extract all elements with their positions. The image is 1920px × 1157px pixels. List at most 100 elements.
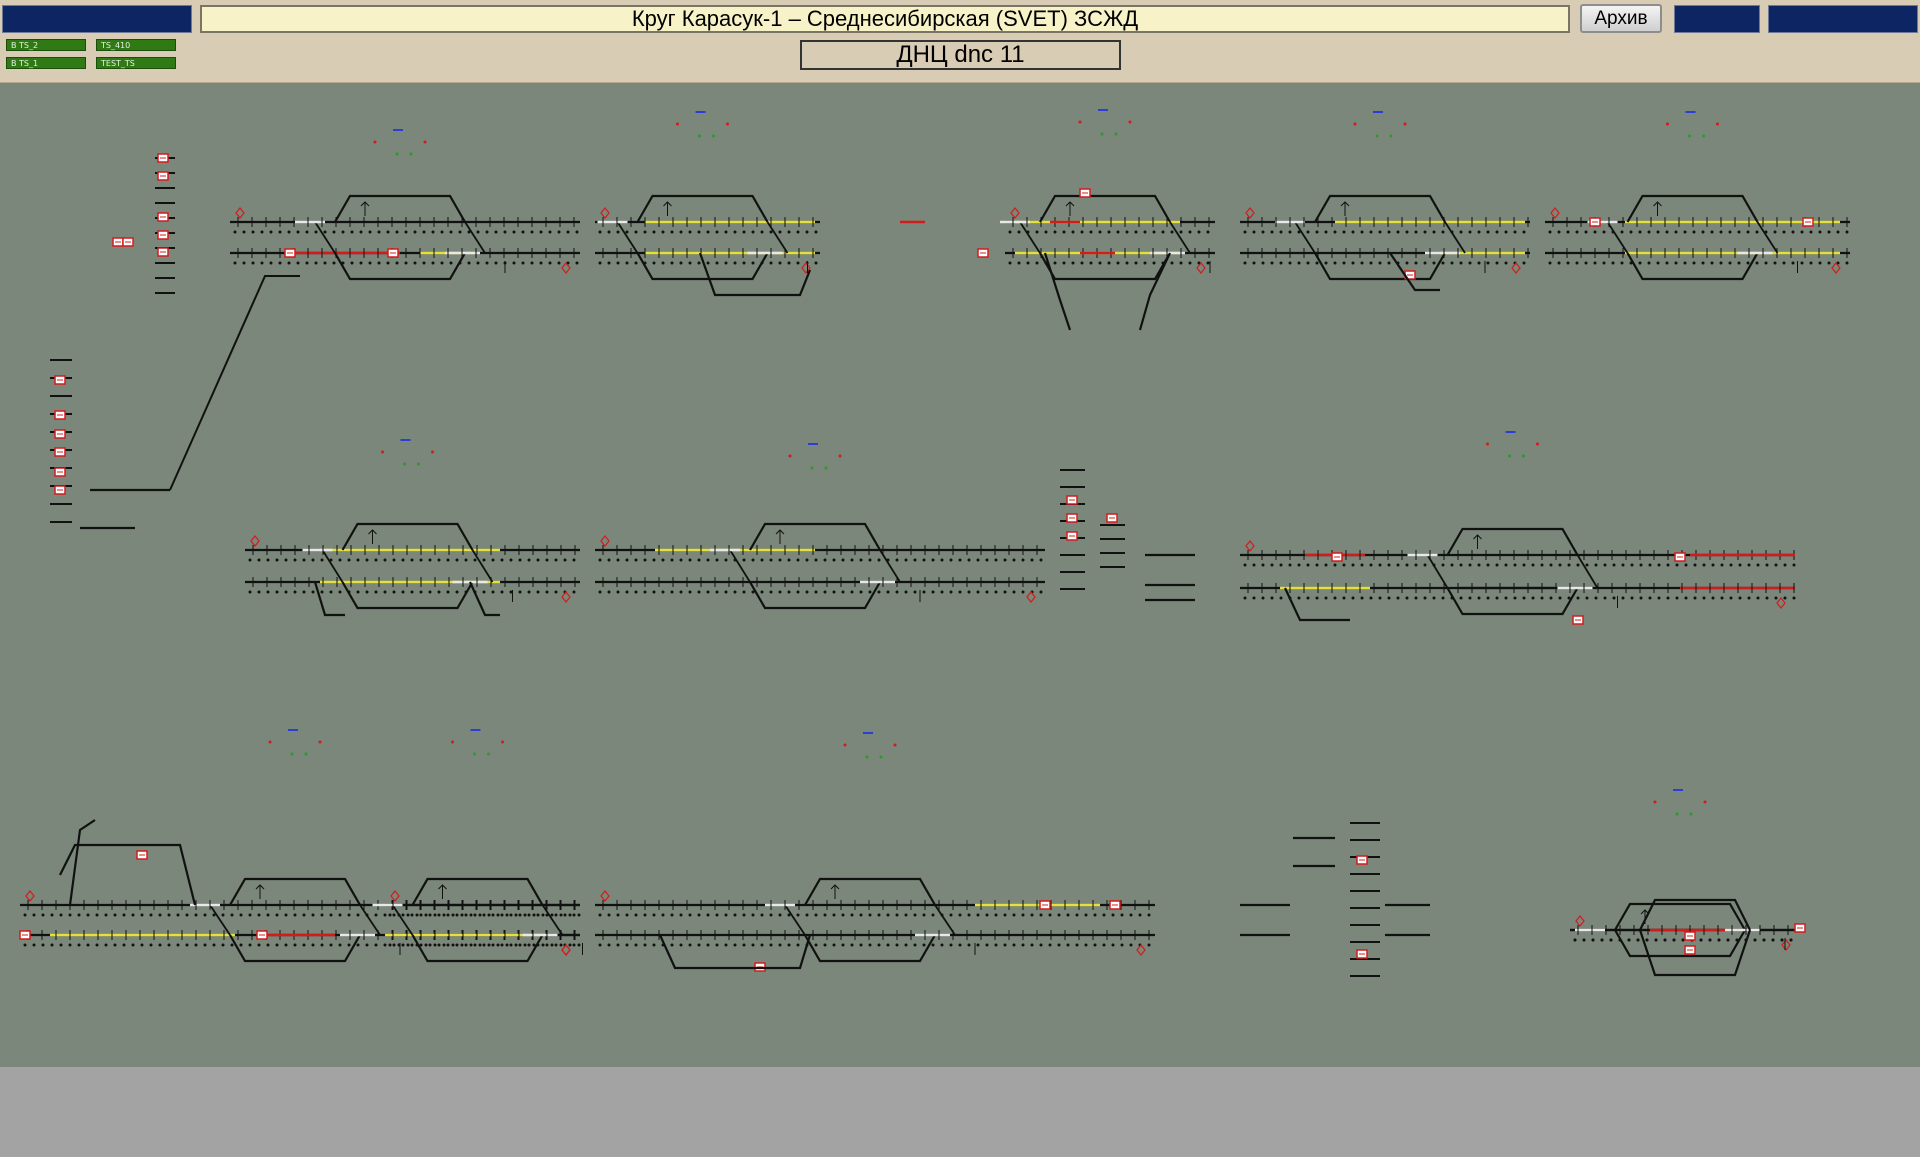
indicator-dot — [805, 558, 809, 562]
indicator-dot — [1717, 938, 1721, 942]
indicator-dot — [1129, 943, 1133, 947]
indicator-dot — [374, 913, 378, 917]
indicator-dot — [77, 943, 81, 947]
indicator-dot — [634, 230, 638, 234]
indicator-dot — [877, 913, 881, 917]
indicator-dot — [670, 913, 674, 917]
indicator-dot — [823, 590, 827, 594]
indicator-dot — [467, 230, 471, 234]
indicator-dot — [530, 230, 534, 234]
indicator-dot — [404, 230, 408, 234]
indicator-dot — [1726, 938, 1730, 942]
indicator-dot — [167, 943, 171, 947]
ts-indicator-testts[interactable]: TEST_TS — [96, 57, 176, 69]
indicator-dot — [566, 230, 570, 234]
indicator-dot — [769, 230, 773, 234]
indicator-dot — [598, 943, 602, 947]
archive-button[interactable]: Архив — [1580, 4, 1662, 33]
indicator-dot — [491, 943, 495, 947]
ts-indicator-bts2[interactable]: B TS_2 — [6, 39, 86, 51]
indicator-dot — [1684, 596, 1688, 600]
indicator-dot — [742, 261, 746, 265]
indicator-dot — [661, 261, 665, 265]
indicator-dot — [518, 913, 522, 917]
indicator-dot — [1702, 596, 1706, 600]
window-title: Круг Карасук-1 – Среднесибирская (SVET) … — [200, 5, 1570, 33]
signal-post-icon — [360, 201, 370, 216]
indicator-dot — [1612, 596, 1616, 600]
indicator-dot — [706, 230, 710, 234]
indicator-dot — [598, 261, 602, 265]
indicator-dot — [1710, 261, 1714, 265]
indicator-dot — [1423, 596, 1427, 600]
indicator-dot — [850, 943, 854, 947]
crossover — [1606, 221, 1629, 254]
indicator-dot — [1360, 261, 1364, 265]
track-schematic[interactable] — [0, 83, 1920, 1067]
indicator-dot — [476, 230, 480, 234]
indicator-dot — [487, 943, 491, 947]
indicator-dot — [392, 943, 396, 947]
indicator-dot — [1468, 230, 1472, 234]
indicator-dot — [469, 913, 473, 917]
indicator-dot — [922, 943, 926, 947]
ts-indicator-ts410[interactable]: TS_410 — [96, 39, 176, 51]
indicator-dot — [967, 913, 971, 917]
indicator-dot — [1573, 938, 1577, 942]
indicator-dot — [1143, 230, 1147, 234]
indicator-dot — [406, 913, 410, 917]
indicator-dot — [625, 230, 629, 234]
indicator-dot — [1128, 120, 1132, 124]
crossover — [1019, 221, 1041, 254]
indicator-dot — [726, 122, 729, 126]
indicator-dot — [859, 913, 863, 917]
indicator-dot — [23, 913, 27, 917]
indicator-dot — [496, 913, 500, 917]
indicator-dot — [1093, 913, 1097, 917]
indicator-dot — [332, 230, 336, 234]
indicator-dot — [940, 590, 944, 594]
track-schematic-canvas[interactable] — [0, 83, 1920, 1067]
indicator-dot — [733, 943, 737, 947]
indicator-dot — [1026, 230, 1030, 234]
indicator-dot — [1513, 230, 1517, 234]
indicator-dot — [1549, 596, 1553, 600]
indicator-dot — [176, 943, 180, 947]
indicator-dot — [1575, 261, 1579, 265]
indicator-dot — [859, 590, 863, 594]
indicator-dot — [1809, 261, 1813, 265]
indicator-dot — [1495, 261, 1499, 265]
signal-post-icon — [368, 529, 377, 544]
indicator-dot — [742, 230, 746, 234]
indicator-dot — [769, 943, 773, 947]
indicator-dot — [1152, 261, 1156, 265]
indicator-dot — [314, 230, 318, 234]
indicator-dot — [455, 943, 459, 947]
indicator-dot — [1728, 230, 1732, 234]
indicator-dot — [724, 230, 728, 234]
indicator-dot — [381, 450, 384, 454]
indicator-dot — [1261, 230, 1265, 234]
indicator-dot — [572, 913, 576, 917]
indicator-dot — [1062, 261, 1066, 265]
indicator-dot — [509, 943, 513, 947]
track-segment — [229, 877, 361, 906]
indicator-dot — [388, 913, 392, 917]
indicator-dot — [1315, 230, 1319, 234]
track-segment — [1314, 252, 1446, 281]
signal-icon — [1831, 262, 1841, 274]
indicator-dot — [778, 261, 782, 265]
indicator-dot — [1206, 261, 1210, 265]
indicator-dot — [320, 558, 324, 562]
indicator-dot — [1827, 230, 1831, 234]
indicator-dot — [539, 230, 543, 234]
indicator-dot — [268, 740, 272, 744]
ts-indicator-bts1[interactable]: B TS_1 — [6, 57, 86, 69]
indicator-dot — [1125, 261, 1129, 265]
indicator-dot — [1548, 230, 1552, 234]
indicator-dot — [706, 261, 710, 265]
indicator-dot — [814, 913, 818, 917]
indicator-dot — [616, 943, 620, 947]
indicator-dot — [715, 558, 719, 562]
indicator-dot — [1504, 230, 1508, 234]
